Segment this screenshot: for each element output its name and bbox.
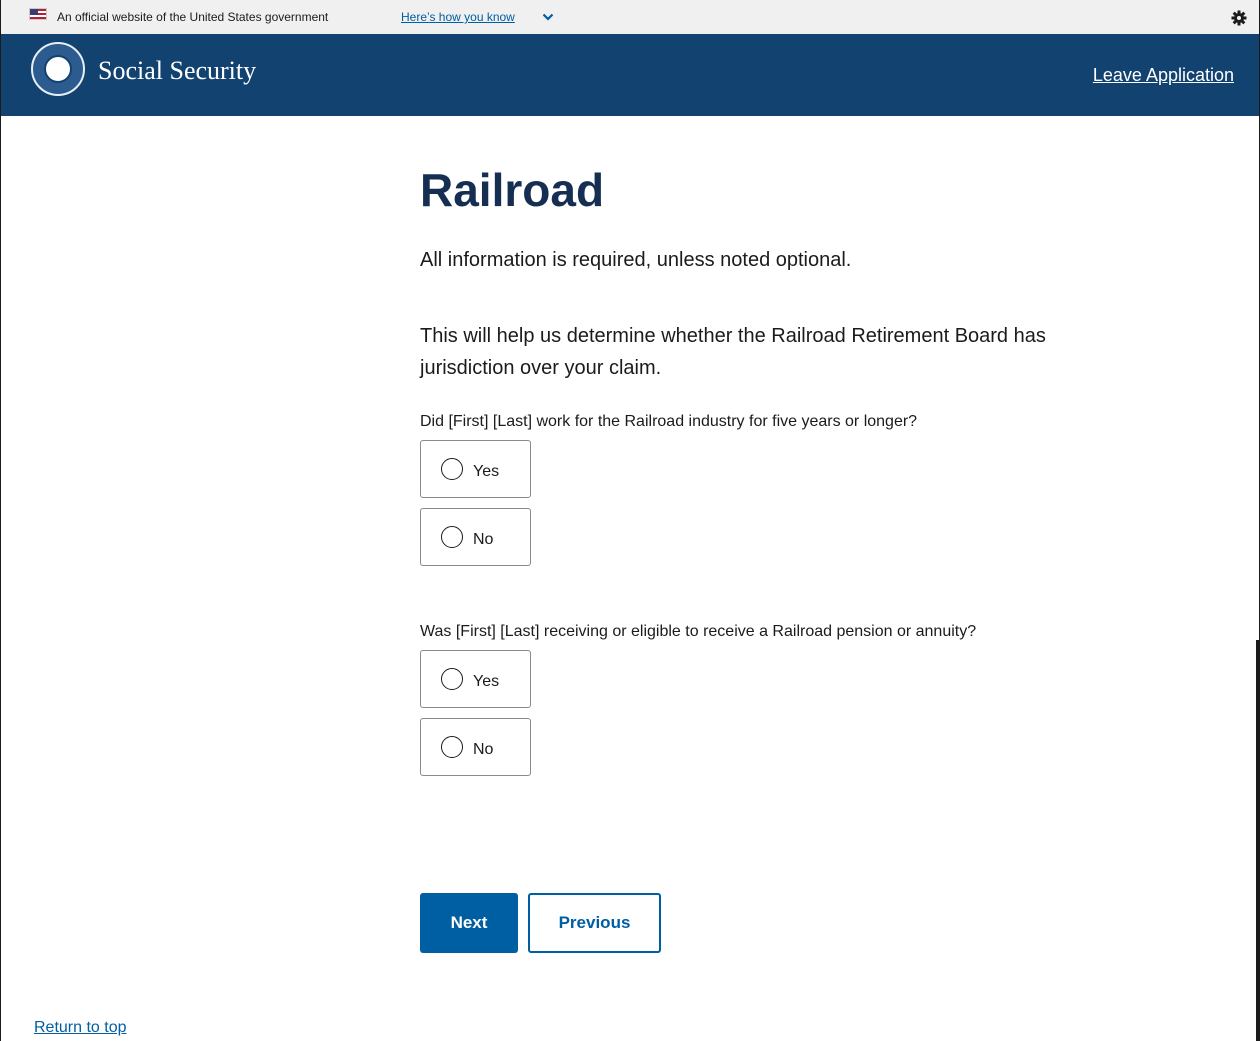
q2-yes-option[interactable]: Yes xyxy=(420,650,531,708)
gov-banner: An official website of the United States… xyxy=(1,0,1259,34)
heres-how-you-know-link[interactable]: Here’s how you know xyxy=(401,10,515,24)
required-note: All information is required, unless note… xyxy=(420,249,852,271)
radio-label: No xyxy=(473,741,494,758)
q1-no-option[interactable]: No xyxy=(420,508,531,566)
info-text: This will help us determine whether the … xyxy=(420,325,1046,379)
next-button[interactable]: Next xyxy=(420,893,518,953)
radio-button[interactable] xyxy=(441,736,463,758)
us-flag-icon xyxy=(29,8,47,20)
page: An official website of the United States… xyxy=(0,0,1260,1041)
radio-label: Yes xyxy=(473,463,500,480)
site-header: Social Security Leave Application xyxy=(1,34,1259,116)
return-to-top-link[interactable]: Return to top xyxy=(34,1019,127,1037)
seal-emblem xyxy=(44,55,72,83)
q2-no-option[interactable]: No xyxy=(420,718,531,776)
page-title: Railroad xyxy=(420,164,605,216)
chevron-down-icon[interactable] xyxy=(542,11,554,23)
site-brand[interactable]: Social Security xyxy=(98,56,256,86)
radio-button[interactable] xyxy=(441,526,463,548)
radio-label: Yes xyxy=(473,673,500,690)
gov-banner-text: An official website of the United States… xyxy=(57,10,329,24)
ssa-seal-logo[interactable] xyxy=(31,42,85,96)
leave-application-link[interactable]: Leave Application xyxy=(1093,65,1234,86)
gear-icon[interactable] xyxy=(1231,10,1247,26)
scrollbar[interactable] xyxy=(1256,640,1259,1041)
question-railroad-five-years: Did [First] [Last] work for the Railroad… xyxy=(420,413,918,430)
radio-button[interactable] xyxy=(441,458,463,480)
question-railroad-pension: Was [First] [Last] receiving or eligible… xyxy=(420,623,977,640)
radio-label: No xyxy=(473,531,494,548)
radio-button[interactable] xyxy=(441,668,463,690)
q1-yes-option[interactable]: Yes xyxy=(420,440,531,498)
previous-button[interactable]: Previous xyxy=(528,893,661,953)
